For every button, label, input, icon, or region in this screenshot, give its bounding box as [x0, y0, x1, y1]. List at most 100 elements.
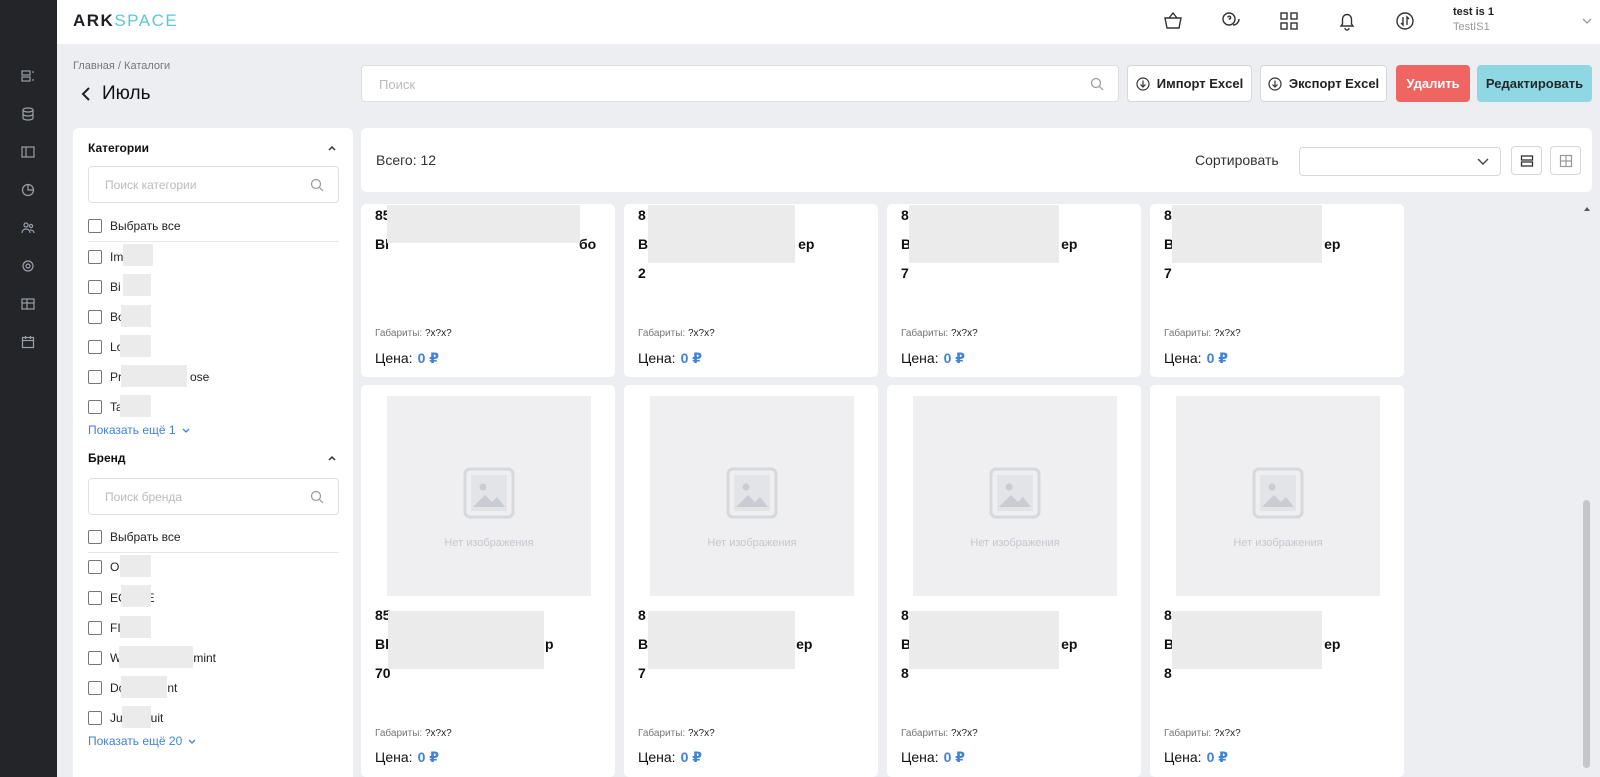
list-view-toggle[interactable] — [1511, 146, 1542, 175]
show-more-categories[interactable]: Показать ещё 1 — [88, 423, 190, 437]
checkbox[interactable] — [88, 681, 102, 695]
catalog-search-input[interactable]: Поиск — [361, 65, 1119, 102]
import-excel-button[interactable]: Импорт Excel — [1127, 65, 1252, 102]
calendar-icon[interactable] — [21, 335, 35, 349]
settings-icon[interactable] — [21, 259, 35, 273]
chevron-down-icon — [182, 428, 190, 433]
sort-select[interactable] — [1299, 147, 1501, 176]
chevron-down-icon — [1477, 158, 1489, 165]
product-card[interactable]: 85 Bl бо Габариты: ?x?x? Цена: 0 ₽ — [361, 204, 615, 377]
product-card[interactable]: 8 Вер 7 Габариты: ?x?x? Цена: 0 ₽ — [887, 204, 1141, 377]
checkbox[interactable] — [88, 591, 102, 605]
grid-view-toggle[interactable] — [1550, 146, 1581, 175]
user-name: test is 1 — [1453, 6, 1494, 18]
product-price: Цена: 0 ₽ — [1164, 749, 1228, 765]
download-circle-icon — [1136, 76, 1150, 91]
redacted-block — [1172, 205, 1322, 263]
sort-label: Сортировать — [1195, 152, 1279, 168]
checkbox[interactable] — [88, 621, 102, 635]
checkbox[interactable] — [88, 370, 102, 384]
checkbox[interactable] — [88, 250, 102, 264]
left-nav-rail — [0, 0, 57, 777]
back-arrow-icon[interactable] — [80, 86, 92, 102]
redacted-block — [121, 365, 187, 387]
redacted-block — [121, 585, 151, 607]
checkbox[interactable] — [88, 340, 102, 354]
product-card[interactable]: 8 Вер 7 Габариты: ?x?x? Цена: 0 ₽ — [1150, 204, 1404, 377]
brand-item[interactable]: Ol — [88, 560, 122, 574]
top-header: ARKSPACE test is 1 TestIS1 — [57, 0, 1600, 44]
search-icon — [1090, 77, 1104, 91]
delete-button[interactable]: Удалить — [1396, 65, 1470, 102]
chevron-up-icon[interactable] — [327, 453, 337, 463]
product-dimensions: Габариты: ?x?x? — [375, 728, 452, 739]
checkbox[interactable] — [88, 310, 102, 324]
apps-grid-icon[interactable] — [1278, 10, 1300, 32]
checkbox[interactable] — [88, 711, 102, 725]
brand-item[interactable]: FI — [88, 621, 121, 635]
product-card[interactable]: Нет изображения 8 Вер 7 Габариты: ?x?x? … — [624, 385, 878, 777]
redacted-block — [909, 611, 1059, 669]
image-placeholder-icon — [463, 467, 515, 519]
redacted-block — [387, 205, 580, 243]
scrollbar-thumb[interactable] — [1583, 500, 1590, 768]
product-price: Цена: 0 ₽ — [901, 350, 965, 366]
chat-icon[interactable] — [1220, 10, 1242, 32]
checkbox[interactable] — [88, 651, 102, 665]
product-card[interactable]: Нет изображения 8 Вер 8 Габариты: ?x?x? … — [1150, 385, 1404, 777]
redacted-block — [648, 611, 795, 669]
brand-filter-title[interactable]: Бренд — [88, 451, 126, 465]
redacted-block — [120, 555, 151, 577]
select-all-categories[interactable]: Выбрать все — [88, 219, 181, 233]
redacted-block — [909, 205, 1059, 263]
redacted-block — [388, 611, 544, 669]
redacted-block — [119, 646, 193, 668]
category-item[interactable]: Lo — [88, 340, 123, 354]
redacted-block — [123, 244, 153, 266]
image-placeholder-icon — [1252, 467, 1304, 519]
export-excel-button[interactable]: Экспорт Excel — [1260, 65, 1387, 102]
categories-filter-title[interactable]: Категории — [88, 141, 149, 155]
book-icon[interactable] — [21, 145, 35, 159]
product-price: Цена: 0 ₽ — [901, 749, 965, 765]
checkbox[interactable] — [88, 280, 102, 294]
product-card[interactable]: 8 Вер 2 Габариты: ?x?x? Цена: 0 ₽ — [624, 204, 878, 377]
checkbox[interactable] — [88, 560, 102, 574]
category-search-input[interactable]: Поиск категории — [88, 166, 339, 203]
category-item[interactable]: Bo — [88, 310, 125, 324]
product-image-placeholder: Нет изображения — [1176, 396, 1380, 596]
download-circle-icon — [1268, 76, 1282, 91]
checkbox[interactable] — [88, 219, 102, 233]
chevron-down-icon[interactable] — [1581, 15, 1593, 27]
product-image-placeholder: Нет изображения — [387, 396, 591, 596]
chart-pie-icon[interactable] — [21, 183, 35, 197]
page-title: Июль — [80, 83, 150, 105]
image-placeholder-icon — [726, 467, 778, 519]
table-icon[interactable] — [21, 297, 35, 311]
brand-search-input[interactable]: Поиск бренда — [88, 478, 339, 515]
app-logo[interactable]: ARKSPACE — [73, 11, 178, 31]
product-card[interactable]: Нет изображения 85 Bl р 70 Габариты: ?x?x… — [361, 385, 615, 777]
product-dimensions: Габариты: ?x?x? — [1164, 728, 1241, 739]
search-icon — [310, 490, 324, 504]
category-item[interactable]: Ta — [88, 400, 123, 414]
exchange-icon[interactable] — [1394, 10, 1416, 32]
cart-icon[interactable] — [1162, 10, 1184, 32]
chevron-up-icon[interactable] — [327, 143, 337, 153]
checkbox[interactable] — [88, 530, 102, 544]
breadcrumb[interactable]: Главная / Каталоги — [73, 60, 170, 72]
checkbox[interactable] — [88, 400, 102, 414]
product-price: Цена: 0 ₽ — [375, 350, 439, 366]
show-more-brands[interactable]: Показать ещё 20 — [88, 734, 196, 748]
select-all-brands[interactable]: Выбрать все — [88, 530, 181, 544]
grid-view-icon — [1559, 154, 1573, 168]
user-profile[interactable]: test is 1 TestIS1 — [1453, 6, 1494, 33]
scroll-up-arrow-icon[interactable] — [1583, 205, 1591, 213]
bell-icon[interactable] — [1336, 10, 1358, 32]
users-icon[interactable] — [21, 221, 35, 235]
redacted-block — [123, 274, 151, 296]
database-icon[interactable] — [21, 107, 35, 121]
product-card[interactable]: Нет изображения 8 Вер 8 Габариты: ?x?x? … — [887, 385, 1141, 777]
dashboard-icon[interactable] — [21, 69, 35, 83]
edit-button[interactable]: Редактировать — [1477, 65, 1592, 102]
